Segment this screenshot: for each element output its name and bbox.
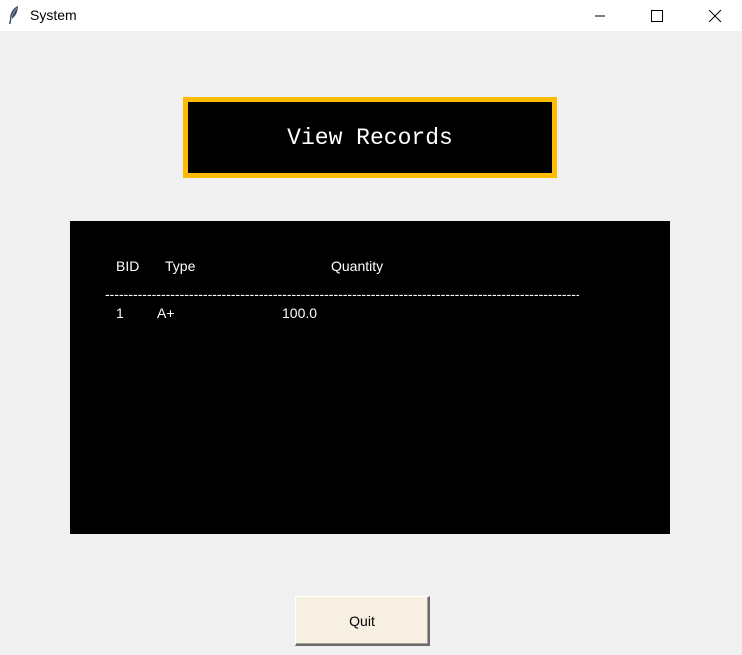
window-title: System	[30, 7, 77, 23]
column-header-bid: BID	[116, 258, 140, 274]
title-bar[interactable]: System	[0, 0, 742, 31]
record-bid: 1	[116, 305, 124, 321]
column-header-quantity: Quantity	[331, 258, 384, 274]
heading-frame: View Records	[183, 97, 557, 178]
maximize-icon[interactable]	[634, 0, 680, 31]
close-icon[interactable]	[692, 0, 738, 31]
minimize-icon[interactable]	[577, 0, 623, 31]
record-type: A+	[157, 305, 175, 321]
page-title: View Records	[287, 124, 453, 151]
feather-icon	[7, 5, 21, 25]
record-quantity: 100.0	[282, 305, 318, 321]
column-header-type: Type	[165, 258, 196, 274]
header-divider: ----------------------------------------…	[105, 289, 579, 299]
records-panel: BID Type Quantity ----------------------…	[70, 221, 670, 534]
app-window: System View Records BID Type Quantity --…	[0, 0, 742, 655]
quit-button[interactable]: Quit	[295, 596, 430, 646]
